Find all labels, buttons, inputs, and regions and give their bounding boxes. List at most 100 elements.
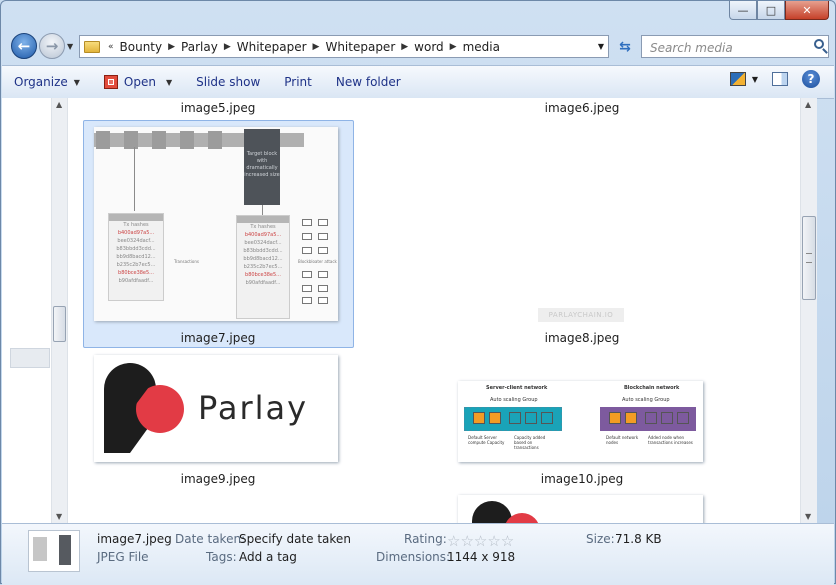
chevron-right-icon[interactable]: ▶ bbox=[168, 42, 175, 52]
preview-pane-icon[interactable] bbox=[772, 72, 788, 86]
content-scroll-thumb[interactable] bbox=[802, 216, 816, 300]
open-button[interactable]: Open ▼ bbox=[92, 67, 184, 97]
maximize-button[interactable]: □ bbox=[757, 1, 785, 20]
address-bar[interactable]: « Bounty ▶ Parlay ▶ Whitepaper ▶ Whitepa… bbox=[79, 35, 609, 58]
organize-button[interactable]: Organize ▼ bbox=[2, 67, 92, 97]
node-icon bbox=[302, 233, 312, 240]
tx-hash: b235c2b7ec5... bbox=[116, 262, 156, 268]
change-view-icon[interactable] bbox=[729, 72, 746, 86]
node-icon bbox=[318, 219, 328, 226]
new-folder-button[interactable]: New folder bbox=[324, 67, 413, 97]
file-label-image9[interactable]: image9.jpeg bbox=[118, 472, 318, 486]
chevron-down-icon: ▼ bbox=[73, 77, 80, 87]
size-value: 71.8 KB bbox=[615, 532, 662, 546]
node-icon bbox=[318, 271, 328, 278]
breadcrumb-whitepaper-2[interactable]: Whitepaper bbox=[325, 40, 395, 54]
navigation-scroll-thumb[interactable] bbox=[53, 306, 66, 342]
thumbnail-image9[interactable]: Parlay bbox=[94, 355, 338, 462]
node-box bbox=[677, 412, 689, 424]
scroll-up-icon[interactable]: ▲ bbox=[805, 100, 811, 109]
server-box bbox=[489, 412, 501, 424]
breadcrumb-media[interactable]: media bbox=[463, 40, 500, 54]
file-label-image5[interactable]: image5.jpeg bbox=[118, 101, 318, 115]
chevron-right-icon[interactable]: ▶ bbox=[401, 42, 408, 52]
tx-hash: b90afdfaadf... bbox=[245, 280, 281, 286]
chevron-right-icon[interactable]: ▶ bbox=[224, 42, 231, 52]
minimize-button[interactable]: — bbox=[729, 1, 757, 20]
navigation-pane bbox=[2, 98, 52, 523]
caption: Default network nodes bbox=[606, 435, 639, 445]
node-icon bbox=[318, 233, 328, 240]
breadcrumb-overflow[interactable]: « bbox=[108, 42, 114, 52]
recent-pages-dropdown[interactable]: ▼ bbox=[67, 42, 73, 51]
search-box[interactable] bbox=[641, 35, 829, 58]
breadcrumb-word[interactable]: word bbox=[414, 40, 444, 54]
node-icon bbox=[302, 271, 312, 278]
navigation-scrollbar[interactable]: ▲ ▼ bbox=[51, 98, 68, 523]
forward-button[interactable]: → bbox=[39, 33, 65, 59]
diagram-title-left: Server-client network bbox=[486, 385, 548, 391]
refresh-button[interactable]: ⇆ bbox=[613, 35, 637, 58]
file-label-image6[interactable]: image6.jpeg bbox=[482, 101, 682, 115]
open-label: Open bbox=[123, 75, 156, 89]
print-button[interactable]: Print bbox=[272, 67, 324, 97]
address-dropdown-icon[interactable]: ▼ bbox=[598, 42, 604, 51]
file-label-image8[interactable]: image8.jpeg bbox=[482, 331, 682, 345]
server-group bbox=[464, 407, 562, 431]
node-icon bbox=[318, 297, 328, 304]
toolbar-right: ▼ ? bbox=[729, 70, 820, 88]
dimensions-value: 1144 x 918 bbox=[447, 550, 516, 564]
chevron-down-icon[interactable]: ▼ bbox=[166, 78, 172, 87]
search-icon[interactable] bbox=[814, 39, 824, 49]
file-label-image10[interactable]: image10.jpeg bbox=[482, 472, 682, 486]
tx-table-title: Tx hashes bbox=[250, 224, 276, 230]
attack-label: Blockbloater attack bbox=[298, 259, 337, 264]
details-filename: image7.jpeg bbox=[97, 532, 172, 546]
chevron-right-icon[interactable]: ▶ bbox=[450, 42, 457, 52]
rating-stars[interactable]: ☆☆☆☆☆ bbox=[447, 532, 514, 550]
tx-hash: b80bce38e5... bbox=[118, 270, 154, 276]
tx-hash: b235c2b7ec5... bbox=[243, 264, 283, 270]
chain-block bbox=[124, 131, 138, 149]
help-icon[interactable]: ? bbox=[802, 70, 820, 88]
tx-hash: b83bbdd3cdd... bbox=[116, 246, 156, 252]
node-box bbox=[661, 412, 673, 424]
tags-field[interactable]: Add a tag bbox=[239, 550, 297, 564]
file-label-image7[interactable]: image7.jpeg bbox=[118, 331, 318, 345]
parlay-logo-dark-shape bbox=[472, 501, 512, 523]
caption: Default Server compute Capacity bbox=[468, 435, 505, 445]
breadcrumb-parlay[interactable]: Parlay bbox=[181, 40, 218, 54]
tx-hash: b400ad97a5... bbox=[244, 232, 282, 238]
close-button[interactable]: ✕ bbox=[785, 1, 829, 20]
scroll-down-icon[interactable]: ▼ bbox=[56, 512, 62, 521]
chain-block bbox=[180, 131, 194, 149]
thumbnail-image10[interactable]: Server-client network Auto scaling Group… bbox=[458, 381, 703, 462]
chain-block bbox=[152, 131, 166, 149]
tags-label: Tags: bbox=[206, 550, 237, 564]
date-taken-field[interactable]: Specify date taken bbox=[239, 532, 351, 546]
scroll-up-icon[interactable]: ▲ bbox=[56, 100, 62, 109]
breadcrumb-whitepaper-1[interactable]: Whitepaper bbox=[237, 40, 307, 54]
back-button[interactable]: ← bbox=[11, 33, 37, 59]
arrow-right-icon: → bbox=[45, 37, 59, 55]
server-box bbox=[525, 412, 537, 424]
chevron-right-icon[interactable]: ▶ bbox=[313, 42, 320, 52]
pane-splitter[interactable] bbox=[10, 348, 50, 368]
caption: Added node when transactions increases bbox=[648, 435, 693, 445]
thumbnail-image8[interactable]: PARLAYCHAIN.IO bbox=[538, 308, 624, 322]
tx-hash: b83bbdd3cdd... bbox=[243, 248, 283, 254]
command-bar: Organize ▼ Open ▼ Slide show Print New fol… bbox=[2, 65, 834, 99]
slideshow-button[interactable]: Slide show bbox=[184, 67, 272, 97]
views-dropdown-icon[interactable]: ▼ bbox=[752, 75, 758, 84]
scroll-down-icon[interactable]: ▼ bbox=[805, 512, 811, 521]
node-icon bbox=[302, 219, 312, 226]
search-input[interactable] bbox=[648, 37, 812, 58]
size-label: Size: bbox=[586, 532, 615, 546]
breadcrumb-bounty[interactable]: Bounty bbox=[120, 40, 163, 54]
thumbnail-image7[interactable]: Target block with dramatically increased… bbox=[94, 127, 338, 321]
thumbnail-image11[interactable] bbox=[458, 495, 703, 523]
tx-table-title: Tx hashes bbox=[123, 222, 149, 228]
tx-table-right: Tx hashes b400ad97a5... bee0324dacf... b… bbox=[236, 215, 290, 319]
content-scrollbar[interactable]: ▲ ▼ bbox=[800, 98, 817, 523]
address-row: ← → ▼ « Bounty ▶ Parlay ▶ Whitepaper ▶ W… bbox=[7, 33, 829, 61]
